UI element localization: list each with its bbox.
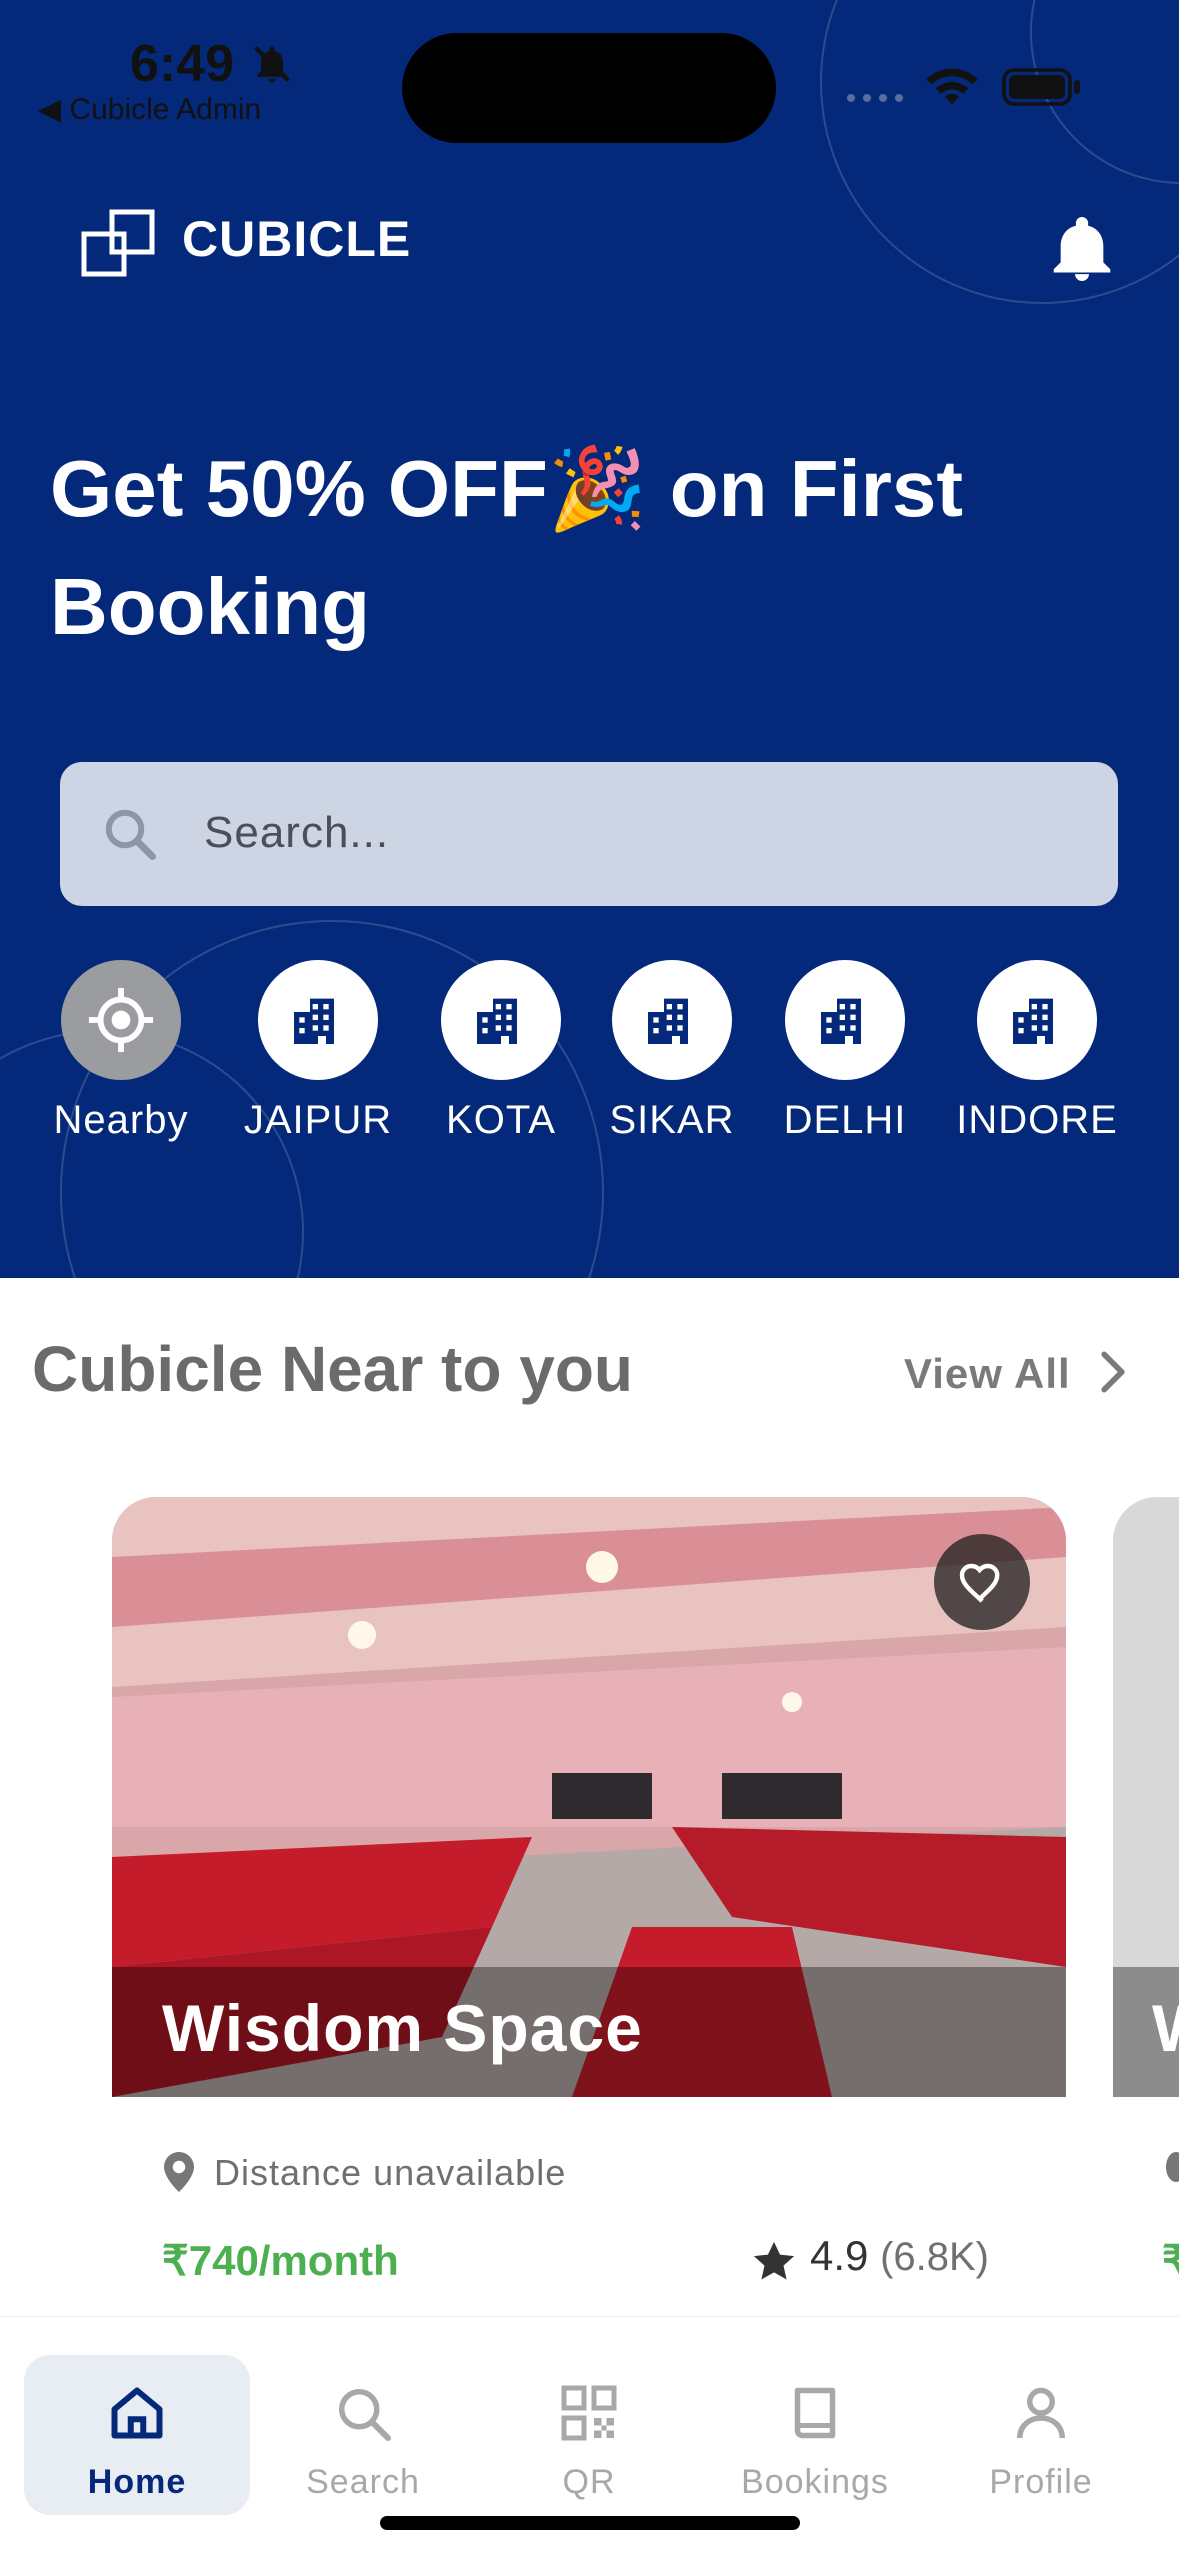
building-icon <box>977 960 1097 1080</box>
battery-icon <box>1002 68 1082 111</box>
next-card-title: W <box>1152 1990 1179 2066</box>
city-label: Nearby <box>53 1098 189 1142</box>
brand-name: CUBICLE <box>182 211 412 267</box>
city-delhi[interactable]: DELHI <box>745 960 945 1143</box>
rating-value: 4.9 <box>810 2232 869 2279</box>
home-indicator[interactable] <box>380 2516 800 2530</box>
city-label: KOTA <box>446 1098 556 1142</box>
building-icon <box>258 960 378 1080</box>
city-jaipur[interactable]: JAIPUR <box>218 960 418 1143</box>
rating-count: (6.8K) <box>880 2235 989 2279</box>
search-input[interactable]: Search... <box>204 808 389 858</box>
rating: 4.9 (6.8K) <box>810 2232 989 2280</box>
building-icon <box>785 960 905 1080</box>
promo-headline: Get 50% OFF🎉 on First Booking <box>50 430 1110 666</box>
city-sikar[interactable]: SIKAR <box>572 960 772 1143</box>
location-target-icon <box>61 960 181 1080</box>
city-kota[interactable]: KOTA <box>401 960 601 1143</box>
cubicle-logo-icon <box>80 208 156 283</box>
star-icon <box>752 2240 796 2287</box>
dynamic-island <box>402 33 776 143</box>
nav-label: QR <box>562 2463 616 2501</box>
nav-label: Profile <box>989 2463 1093 2501</box>
hero-banner: 6:49 ◀ Cubicle Admin CUBICLE Get 50% OFF… <box>0 0 1179 1278</box>
city-label: SIKAR <box>609 1098 735 1142</box>
location-pin-icon <box>164 2152 194 2197</box>
wifi-icon <box>924 64 980 113</box>
city-label: INDORE <box>956 1098 1118 1142</box>
promo-line-2: Booking <box>50 562 370 651</box>
nav-qr[interactable]: QR <box>476 2355 702 2515</box>
back-to-app-link[interactable]: ◀ Cubicle Admin <box>38 92 261 127</box>
price-text: ₹740/month <box>162 2237 399 2284</box>
nav-search[interactable]: Search <box>250 2355 476 2515</box>
building-icon <box>612 960 732 1080</box>
next-card-pin-icon <box>1166 2152 1179 2182</box>
nav-label: Home <box>87 2463 187 2501</box>
heart-icon <box>959 1563 1000 1603</box>
notification-bell-icon[interactable] <box>1050 214 1114 289</box>
distance-text: Distance unavailable <box>214 2152 567 2193</box>
city-label: JAIPUR <box>243 1098 393 1142</box>
city-indore[interactable]: INDORE <box>937 960 1137 1143</box>
city-nearby[interactable]: Nearby <box>21 960 221 1143</box>
next-card-price: ₹ <box>1162 2237 1179 2284</box>
favorite-button[interactable] <box>934 1534 1030 1630</box>
section-title: Cubicle Near to you <box>32 1333 633 1405</box>
status-time: 6:49 <box>130 35 235 93</box>
cellular-signal-icon <box>846 90 908 108</box>
nav-profile[interactable]: Profile <box>928 2355 1154 2515</box>
nav-home[interactable]: Home <box>24 2355 250 2515</box>
nav-label: Search <box>306 2463 420 2501</box>
city-label: DELHI <box>783 1098 907 1142</box>
qr-code-icon <box>559 2383 619 2448</box>
chevron-right-icon[interactable] <box>1098 1350 1128 1399</box>
view-all-link[interactable]: View All <box>904 1350 1071 1398</box>
nav-bookings[interactable]: Bookings <box>702 2355 928 2515</box>
nav-label: Bookings <box>741 2463 889 2501</box>
search-icon <box>333 2383 393 2448</box>
search-icon <box>100 804 160 869</box>
person-icon <box>1011 2383 1071 2448</box>
card-title: Wisdom Space <box>162 1991 643 2065</box>
promo-line-1: Get 50% OFF🎉 on First <box>50 444 964 533</box>
home-icon <box>107 2383 167 2448</box>
building-icon <box>441 960 561 1080</box>
bell-off-icon <box>250 42 294 91</box>
search-bar[interactable]: Search... <box>60 762 1118 906</box>
book-icon <box>785 2383 845 2448</box>
